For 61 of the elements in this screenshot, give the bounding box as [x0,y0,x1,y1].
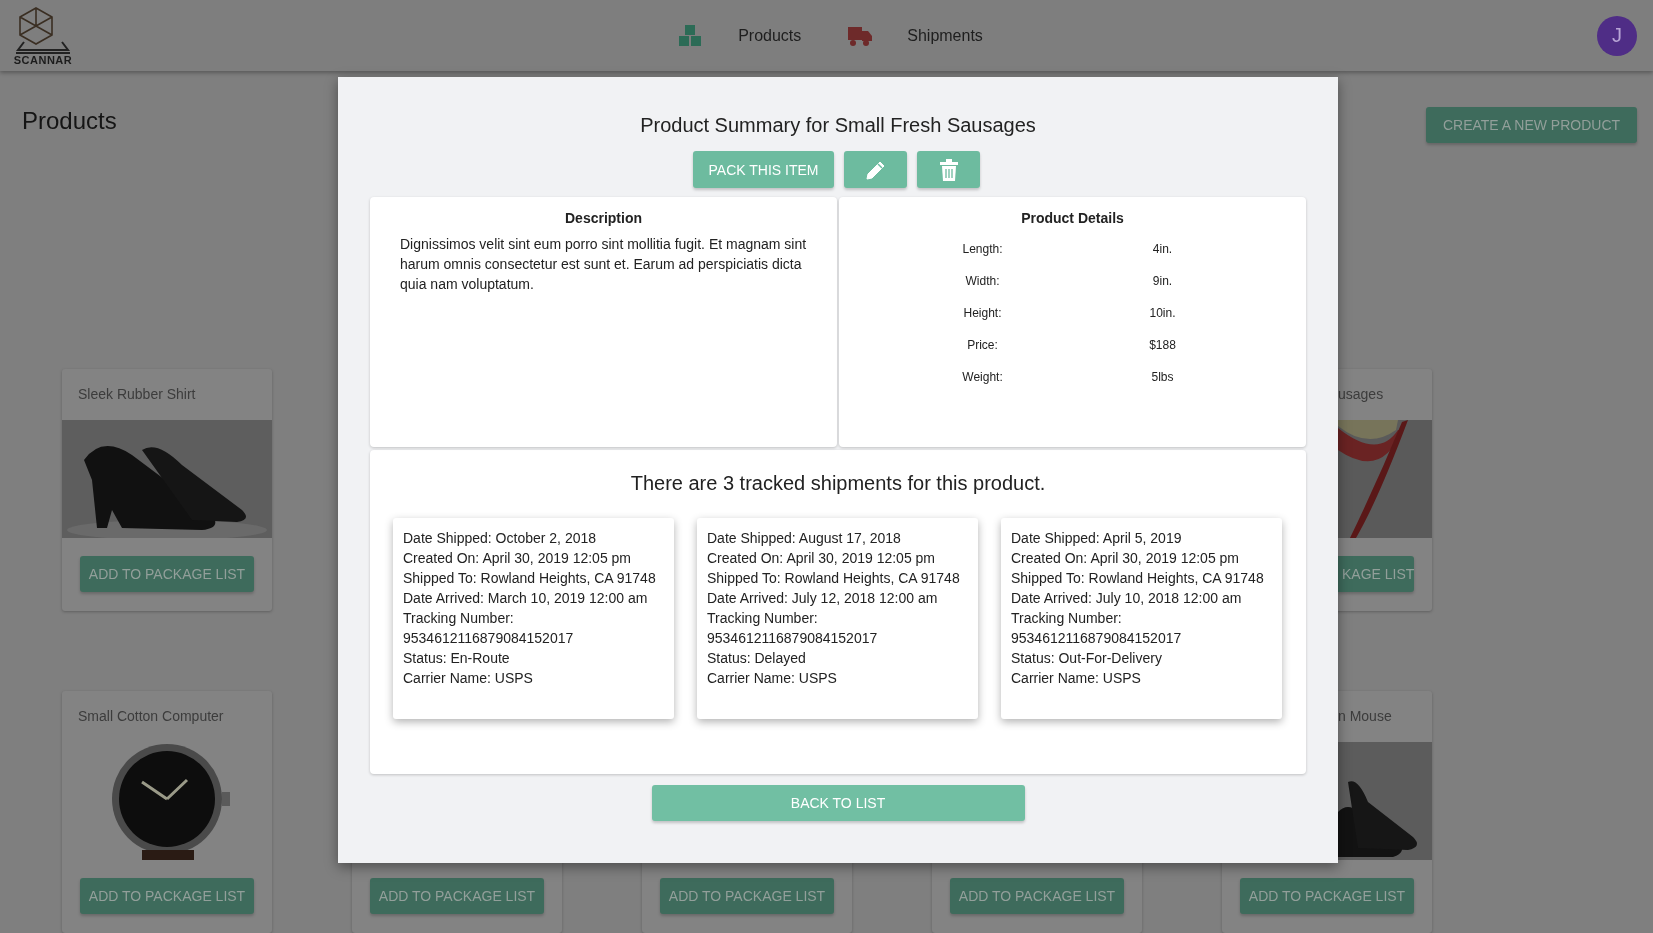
nav-link[interactable]: Products [738,26,802,45]
pack-item-button[interactable]: PACK THIS ITEM [692,151,835,188]
section-heading: Description [564,210,643,226]
detail-value: 10in. [1148,306,1177,320]
detail-label: Length: [961,242,1004,256]
add-to-package-button[interactable]: ADD TO PACKAGE LIST [1240,878,1414,914]
shipment-detail: Shipped To: Rowland Heights, CA 91748 [1011,569,1265,588]
shipment-detail: Status: Delayed [707,649,807,668]
detail-label: Price: [966,338,999,352]
description-text: Dignissimos velit sint eum porro sint mollitia fugit. Et magnam sint harum omnis consectetur est sunt et. Earum ad perspiciatis dicta quia nam voluptatum. [400,235,807,294]
detail-value: $188 [1148,338,1177,352]
shipment-detail: Date Shipped: October 2, 2018 [403,529,598,548]
modal-title: Product Summary for Small Fresh Sausages [639,113,1037,137]
edit-button[interactable] [844,151,908,188]
add-to-package-button[interactable]: ADD TO PACKAGE LIST [80,556,254,592]
shipment-detail: Tracking Number: [1011,609,1123,628]
shipment-detail: 9534612116879084152017 [1011,629,1183,648]
shipment-detail: Status: Out-For-Delivery [1011,649,1163,668]
add-to-package-button[interactable]: ADD TO PACKAGE LIST [370,878,544,914]
shipment-detail: Created On: April 30, 2019 12:05 pm [707,549,937,568]
back-to-list-button[interactable]: BACK TO LIST [651,785,1025,821]
shipments-heading: There are 3 tracked shipments for this product. [629,471,1047,495]
shipment-detail: Shipped To: Rowland Heights, CA 91748 [403,569,657,588]
detail-value: 9in. [1151,274,1174,288]
product-title: Small Cotton Computer [77,707,225,726]
logo[interactable]: SCANNAR [14,5,72,66]
shipment-detail: Tracking Number: [403,609,515,628]
shipment-detail: Created On: April 30, 2019 12:05 pm [1011,549,1241,568]
detail-value: 4in. [1151,242,1174,256]
shipment-detail: Date Arrived: March 10, 2019 12:00 am [403,589,649,608]
avatar[interactable]: J [1597,15,1637,56]
shipment-detail: Status: En-Route [403,649,511,668]
shipment-detail: Carrier Name: USPS [707,669,838,688]
shipment-detail: Carrier Name: USPS [1011,669,1142,688]
shipment-detail: Tracking Number: [707,609,819,628]
shipment-detail: Created On: April 30, 2019 12:05 pm [403,549,633,568]
page-title: Products [22,107,117,135]
shipment-detail: 9534612116879084152017 [403,629,575,648]
add-to-package-button[interactable]: ADD TO PACKAGE LIST [950,878,1124,914]
detail-value: 5lbs [1150,370,1175,384]
detail-label: Width: [964,274,1001,288]
product-title: Sleek Rubber Shirt [77,385,197,404]
shipment-detail: Date Shipped: August 17, 2018 [707,529,902,548]
shipment-detail: Shipped To: Rowland Heights, CA 91748 [707,569,961,588]
add-to-package-button[interactable]: ADD TO PACKAGE LIST [660,878,834,914]
section-heading: Product Details [1020,210,1125,226]
add-to-package-button[interactable]: ADD TO PACKAGE LIST [80,878,254,914]
product-title: usages [1337,385,1385,404]
nav-link[interactable]: Shipments [907,26,983,45]
product-title: n Mouse [1337,707,1393,726]
truck-icon[interactable] [847,24,874,47]
shipment-detail: Date Shipped: April 5, 2019 [1011,529,1183,548]
shipment-detail: Date Arrived: July 12, 2018 12:00 am [707,589,939,608]
shipment-detail: Date Arrived: July 10, 2018 12:00 am [1011,589,1243,608]
add-to-package-button[interactable]: KAGE LIST [1338,556,1414,592]
delete-button[interactable] [917,151,981,188]
create-product-button[interactable]: CREATE A NEW PRODUCT [1426,107,1637,143]
shipment-detail: 9534612116879084152017 [707,629,879,648]
shipment-detail: Carrier Name: USPS [403,669,534,688]
detail-label: Height: [962,306,1003,320]
detail-label: Weight: [961,370,1004,384]
